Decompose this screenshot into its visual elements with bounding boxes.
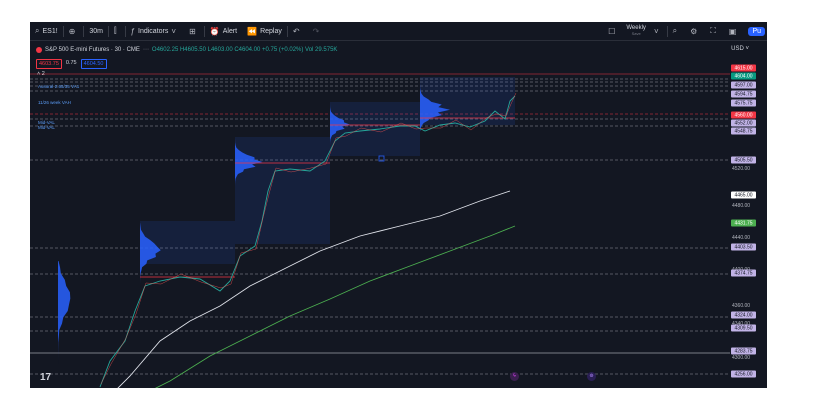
value-area-box — [235, 137, 330, 244]
top-toolbar: ⌕ ES1! ⊕ 30m ⫿ ƒ Indicators ˅ ⊞ ⏰ Alert ⏪ Rep… — [30, 22, 767, 41]
order-panel: 4603.75 0.75 4604.50 — [36, 59, 107, 69]
legend-menu-icon[interactable]: ⋯ — [143, 46, 149, 53]
alert-label: Alert — [222, 27, 238, 35]
price-level-label: 4324.00 — [731, 311, 756, 319]
grid-icon: ⊞ — [189, 26, 196, 36]
spread-value: 0.75 — [65, 60, 77, 66]
compare-button[interactable]: ⊕ — [64, 22, 84, 40]
search-icon: ⌕ — [35, 26, 40, 35]
lightning-icon[interactable]: ϟ — [510, 372, 519, 381]
currency-selector[interactable]: USD ˅ — [731, 46, 749, 52]
axis-tick-label: 4480.00 — [732, 203, 751, 209]
tradingview-logo[interactable]: 17 — [40, 372, 51, 383]
symbol-search[interactable]: ⌕ ES1! — [30, 22, 63, 40]
price-level-label: 4431.75 — [731, 219, 756, 227]
price-level-label: 4309.50 — [731, 324, 756, 332]
indicator-label: Mid-VAL — [38, 125, 55, 130]
chart-window: ⌕ ES1! ⊕ 30m ⫿ ƒ Indicators ˅ ⊞ ⏰ Alert ⏪ Rep… — [30, 22, 767, 388]
square-icon: ☐ — [608, 26, 616, 36]
layout-menu[interactable]: Weekly Save — [623, 25, 649, 37]
price-level-label: 4594.75 — [731, 90, 756, 98]
price-level-label: 4604.00 — [731, 72, 756, 80]
candles-icon: ⫿ — [114, 26, 117, 35]
price-axis[interactable]: 4520.004480.004440.004400.004360.004340.… — [730, 56, 767, 388]
price-level-label: 4283.75 — [731, 347, 756, 355]
price-level-label: 4575.75 — [731, 99, 756, 107]
price-level-label: 4374.75 — [731, 269, 756, 277]
indicator-label: 11/26 week VAH — [38, 100, 71, 105]
volume-profile — [58, 261, 71, 386]
gear-icon: ⚙ — [690, 26, 698, 36]
redo-icon: ↷ — [312, 26, 320, 36]
chart-type-button[interactable]: ⫿ — [109, 22, 125, 40]
quick-search-icon: ⌕ — [672, 26, 678, 35]
price-level-label: 4560.00 — [731, 111, 756, 119]
quick-search-button[interactable]: ⌕ — [668, 22, 685, 40]
alarm-icon: ⏰ — [209, 26, 220, 36]
axis-tick-label: 4360.00 — [732, 303, 751, 309]
alert-button[interactable]: ⏰ Alert — [205, 22, 242, 40]
price-level-label: 4552.00 — [731, 119, 756, 127]
chevron-down-icon: ˅ — [653, 26, 659, 36]
price-level-label: 4548.75 — [731, 127, 756, 135]
undo-button[interactable]: ↶ — [288, 22, 308, 40]
indicators-label: Indicators — [138, 27, 169, 35]
axis-tick-label: 4440.00 — [732, 235, 751, 241]
price-level-label: 4505.50 — [731, 156, 756, 164]
symbol-label: ES1! — [42, 27, 58, 35]
indicators-icon: ƒ — [130, 26, 136, 36]
ohlc-values: O4602.25 H4605.50 L4603.00 C4604.00 +0.7… — [151, 46, 338, 53]
layout-dropdown[interactable]: ˅ — [649, 22, 667, 40]
toolbar-right: ☐ Weekly Save ˅ ⌕ ⚙ ⛶ ▣ Pu — [603, 22, 767, 40]
add-circle-icon: ⊕ — [68, 26, 76, 36]
symbol-title: S&P 500 E-mini Futures · 30 · CME — [45, 46, 140, 53]
sell-button[interactable]: 4603.75 — [36, 59, 62, 69]
indicators-button[interactable]: ƒ Indicators ˅ — [126, 22, 184, 40]
camera-icon: ▣ — [728, 26, 737, 36]
fullscreen-icon: ⛶ — [710, 26, 716, 35]
chevron-down-icon: ˅ — [171, 26, 177, 36]
replay-button[interactable]: ⏪ Replay — [242, 22, 287, 40]
buy-button[interactable]: 4604.50 — [80, 59, 107, 69]
replay-label: Replay — [260, 27, 282, 35]
publish-button[interactable]: Pu — [748, 26, 765, 36]
indicator-label: Ausoral-2.65/35 VA1 — [38, 84, 80, 89]
price-level-label: 4256.00 — [731, 370, 756, 378]
price-level-label: 4597.00 — [731, 81, 756, 89]
price-level-label: 4403.50 — [731, 243, 756, 251]
price-level-label: 4615.00 — [731, 64, 756, 72]
indicators-collapse-toggle[interactable]: ˄ 2 — [37, 71, 45, 77]
price-level-label: 4465.00 — [731, 191, 756, 199]
fullscreen-button[interactable]: ⛶ — [705, 22, 724, 40]
currency-label: USD — [731, 46, 744, 52]
symbol-legend: S&P 500 E-mini Futures · 30 · CME ⋯ O460… — [36, 46, 337, 53]
chevron-down-icon: ˅ — [745, 46, 749, 52]
interval-label: 30m — [89, 27, 103, 35]
layout-save: Save — [631, 31, 641, 36]
undo-icon: ↶ — [292, 26, 300, 36]
exchange-logo-icon — [36, 46, 42, 53]
templates-button[interactable]: ⊞ — [184, 22, 204, 40]
replay-icon: ⏪ — [247, 26, 258, 36]
snapshot-button[interactable]: ▣ — [724, 22, 745, 40]
price-chart[interactable] — [30, 41, 730, 388]
settings-button[interactable]: ⚙ — [685, 22, 705, 40]
event-icon[interactable]: ⊚ — [587, 372, 596, 381]
redo-button[interactable]: ↷ — [308, 22, 328, 40]
axis-tick-label: 4520.00 — [732, 166, 751, 172]
select-toggle[interactable]: ☐ — [603, 22, 623, 40]
axis-tick-label: 4300.00 — [732, 355, 751, 361]
interval-button[interactable]: 30m — [84, 22, 108, 40]
